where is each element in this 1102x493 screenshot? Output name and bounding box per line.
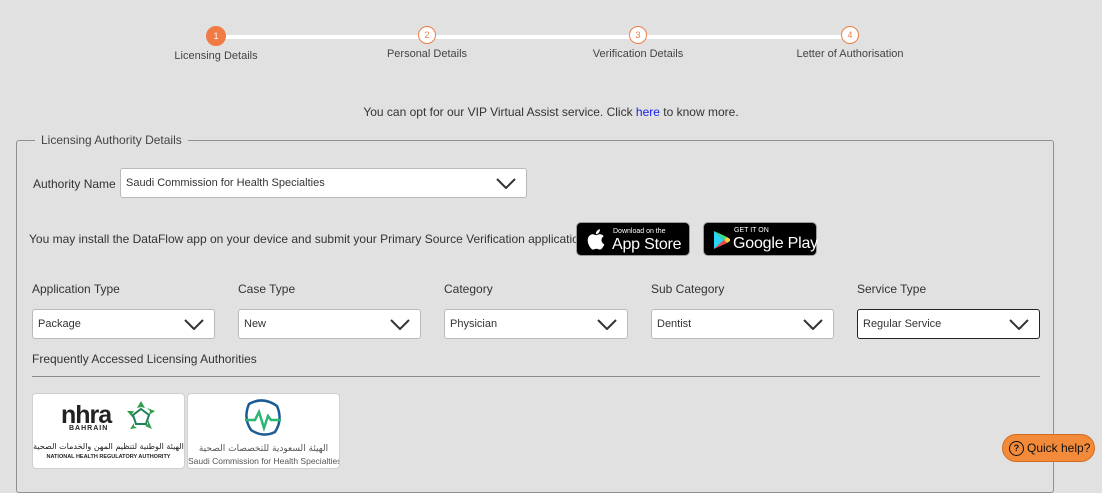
quick-help-button[interactable]: ? Quick help? — [1002, 434, 1095, 462]
chevron-down-icon — [597, 319, 617, 330]
licensing-authority-legend: Licensing Authority Details — [41, 133, 182, 147]
scfhs-authority-card[interactable]: الهيئة السعودية للتخصصات الصحية Saudi Co… — [187, 393, 340, 469]
google-play-small-text: GET IT ON — [734, 227, 769, 234]
step-4-label: Letter of Authorisation — [796, 48, 904, 60]
apple-icon — [587, 229, 605, 250]
app-store-big-text: App Store — [612, 236, 682, 253]
step-2-circle: 2 — [418, 26, 436, 44]
vip-text-after: to know more. — [659, 105, 739, 119]
step-1-label: Licensing Details — [174, 50, 258, 62]
scfhs-english-name: Saudi Commission for Health Specialties — [188, 456, 340, 466]
nhra-bahrain-text: BAHRAIN — [69, 425, 109, 432]
frequent-authorities-label: Frequently Accessed Licensing Authoritie… — [32, 352, 257, 366]
service-type-value: Regular Service — [863, 318, 942, 330]
app-install-text: You may install the DataFlow app on your… — [29, 232, 623, 246]
google-play-icon — [714, 231, 730, 249]
question-icon: ? — [1009, 441, 1024, 456]
step-letter-of-authorisation[interactable]: 4 Letter of Authorisation — [750, 26, 950, 60]
service-type-label: Service Type — [857, 282, 927, 296]
category-value: Physician — [450, 318, 498, 330]
progress-stepper: 1 Licensing Details 2 Personal Details 3… — [0, 0, 1102, 70]
google-play-big-text: Google Play — [733, 235, 818, 252]
case-type-label: Case Type — [238, 282, 296, 296]
chevron-down-icon — [1009, 319, 1029, 330]
step-2-label: Personal Details — [386, 48, 468, 60]
application-type-select[interactable]: Package — [32, 309, 215, 339]
nhra-emblem-icon — [127, 401, 155, 429]
authority-name-select[interactable]: Saudi Commission for Health Specialties — [120, 168, 527, 198]
vip-assist-notice: You can opt for our VIP Virtual Assist s… — [0, 105, 1102, 119]
section-divider — [32, 376, 1040, 377]
authority-name-value: Saudi Commission for Health Specialties — [126, 177, 325, 189]
vip-here-link[interactable]: here — [636, 105, 660, 119]
step-verification-details[interactable]: 3 Verification Details — [538, 26, 738, 60]
quick-help-label: Quick help? — [1027, 441, 1091, 455]
chevron-down-icon — [184, 319, 204, 330]
application-type-value: Package — [38, 318, 81, 330]
category-label: Category — [444, 282, 493, 296]
sub-category-select[interactable]: Dentist — [651, 309, 834, 339]
application-type-label: Application Type — [32, 282, 120, 296]
step-3-circle: 3 — [629, 26, 647, 44]
app-store-small-text: Download on the — [613, 228, 666, 235]
vip-text-before: You can opt for our VIP Virtual Assist s… — [363, 105, 636, 119]
case-type-value: New — [244, 318, 267, 330]
chevron-down-icon — [496, 178, 516, 189]
nhra-authority-card[interactable]: nhra BAHRAIN الهيئة الوطنية لتنظيم المهن… — [32, 393, 185, 469]
step-1-circle: 1 — [206, 26, 226, 46]
sub-category-value: Dentist — [657, 318, 692, 330]
service-type-select[interactable]: Regular Service — [857, 309, 1040, 339]
sub-category-label: Sub Category — [651, 282, 725, 296]
chevron-down-icon — [803, 319, 823, 330]
authority-name-label: Authority Name — [33, 177, 116, 191]
step-3-label: Verification Details — [592, 48, 684, 60]
scfhs-emblem-icon — [245, 399, 281, 436]
scfhs-arabic-name: الهيئة السعودية للتخصصات الصحية — [198, 444, 329, 454]
chevron-down-icon — [390, 319, 410, 330]
nhra-english-name: NATIONAL HEALTH REGULATORY AUTHORITY — [46, 454, 171, 460]
google-play-badge[interactable]: GET IT ON Google Play — [703, 222, 818, 256]
case-type-select[interactable]: New — [238, 309, 421, 339]
step-licensing-details[interactable]: 1 Licensing Details — [116, 26, 316, 62]
step-4-circle: 4 — [841, 26, 859, 44]
category-select[interactable]: Physician — [444, 309, 628, 339]
app-store-badge[interactable]: Download on the App Store — [576, 222, 690, 256]
nhra-arabic-name: الهيئة الوطنية لتنظيم المهن والخدمات الص… — [33, 442, 184, 451]
step-personal-details[interactable]: 2 Personal Details — [327, 26, 527, 60]
